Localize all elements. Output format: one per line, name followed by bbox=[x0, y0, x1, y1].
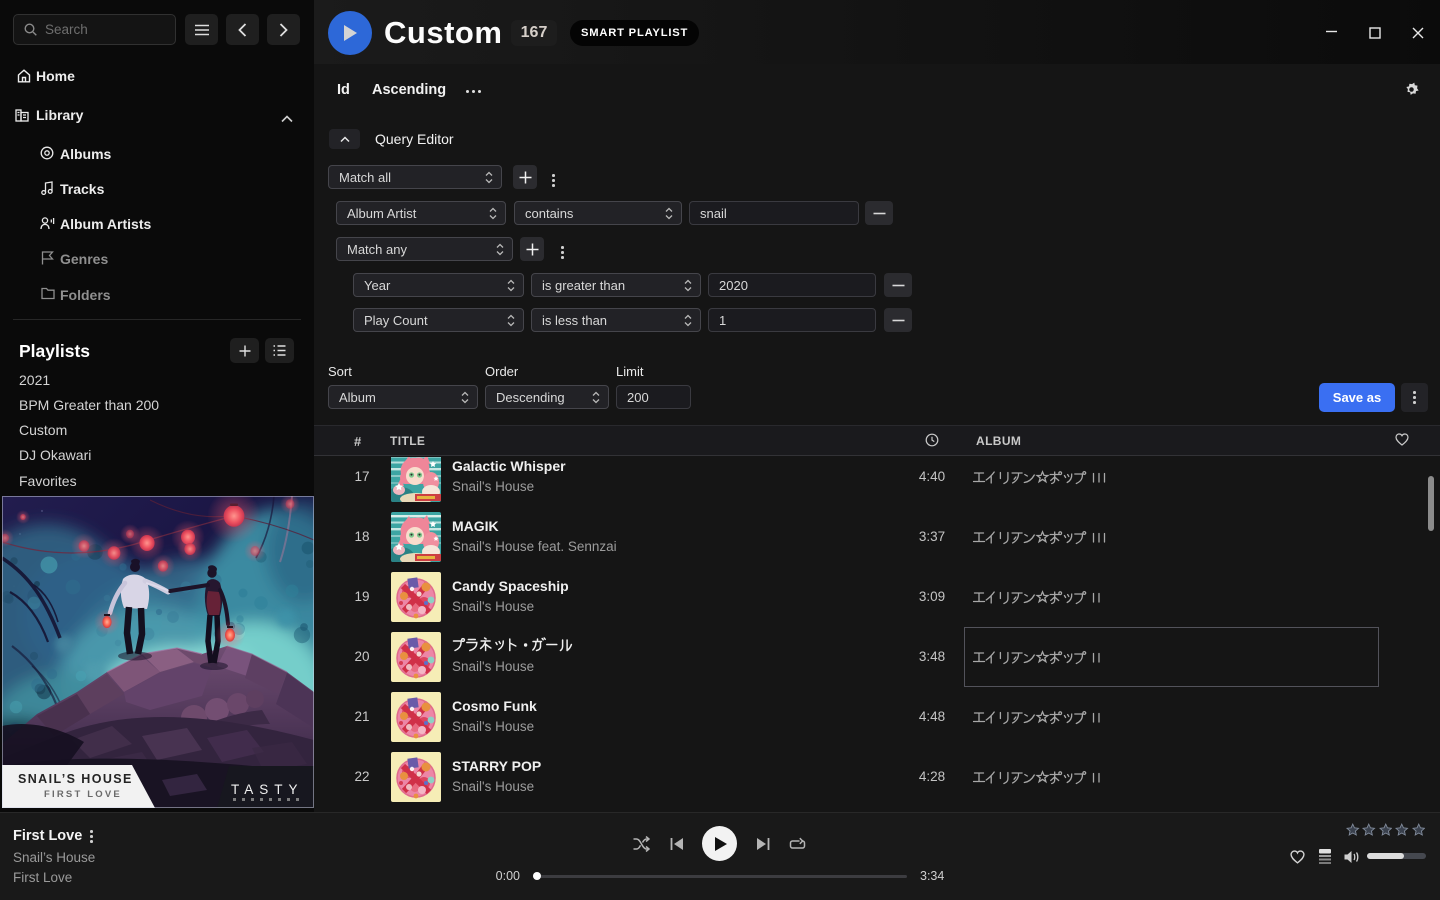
svg-text:FIRST LOVE: FIRST LOVE bbox=[44, 789, 122, 800]
svg-text:SNAIL’S HOUSE: SNAIL’S HOUSE bbox=[18, 772, 133, 786]
svg-text:TASTY: TASTY bbox=[231, 782, 304, 797]
